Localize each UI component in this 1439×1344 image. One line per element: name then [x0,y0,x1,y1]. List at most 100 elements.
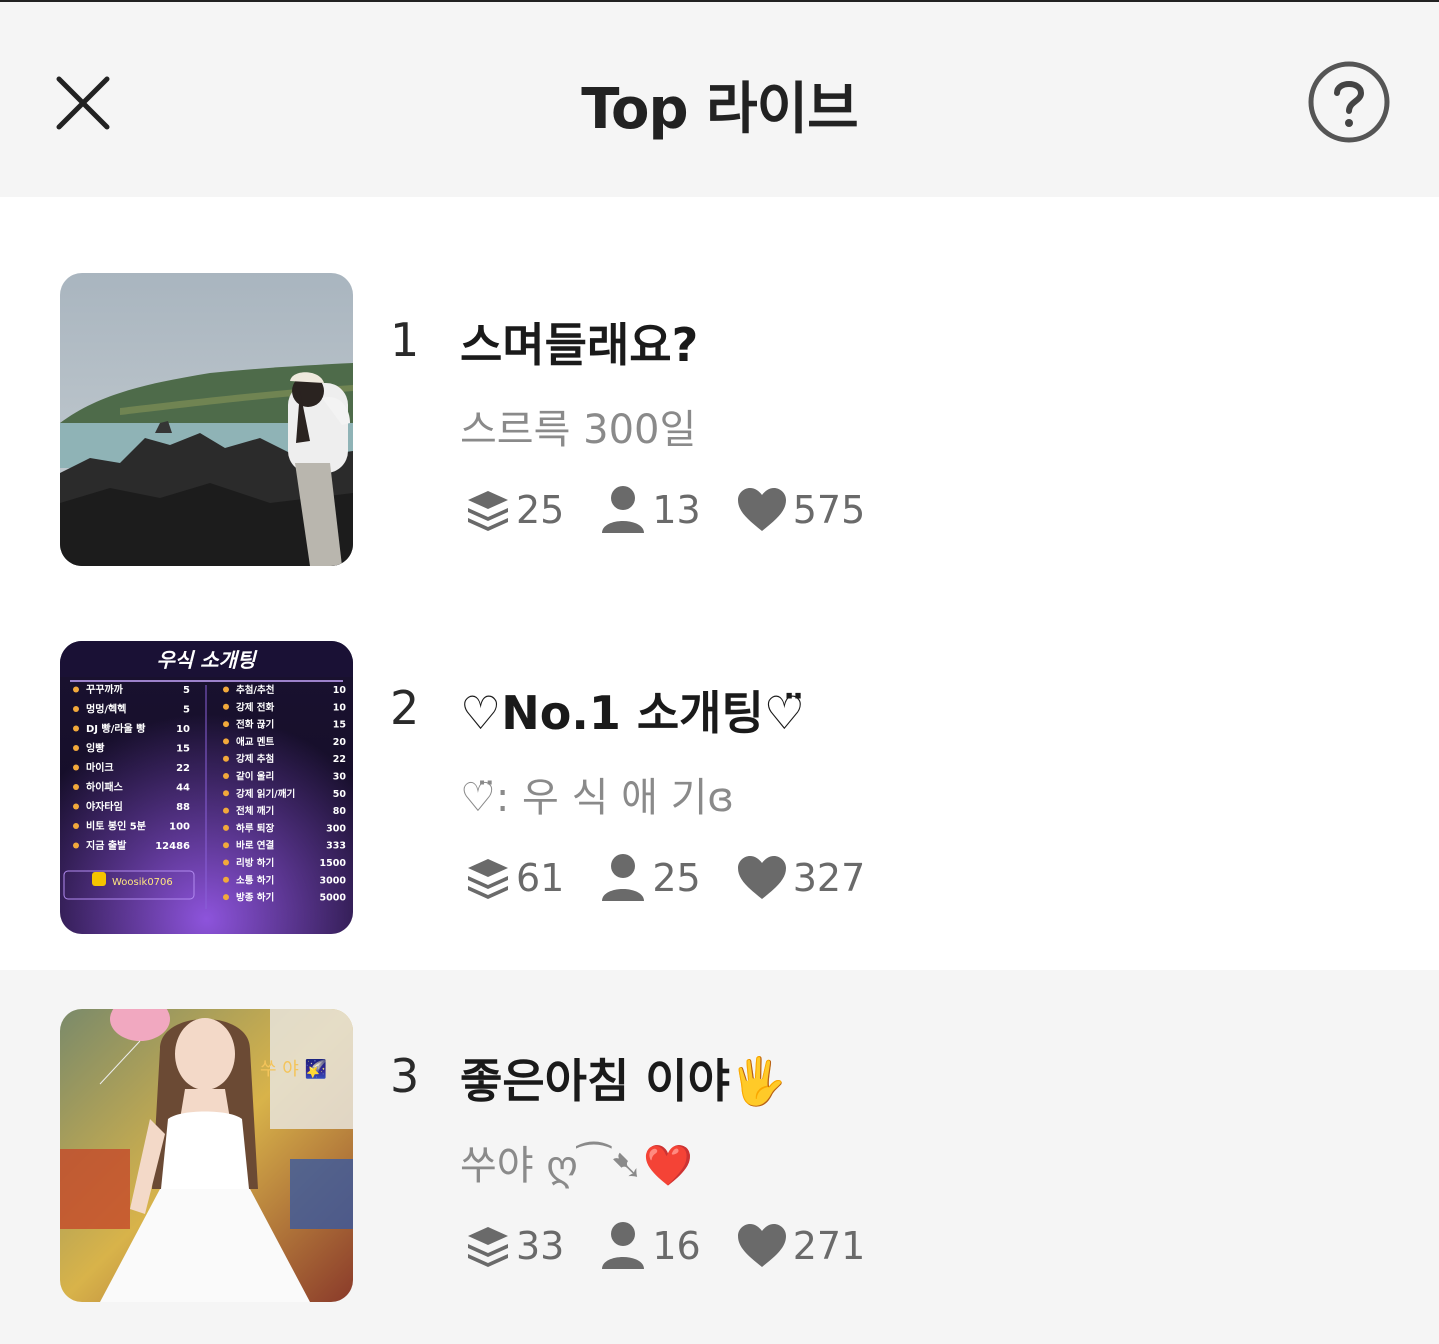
list-item[interactable]: 우식 소개팅 Woosik0706 꾸꾸까까 5 멍멍/헥헥 5 DJ 빵/라울 빵 10… [0,565,1439,934]
poster-handle: Woosik0706 [112,877,173,888]
poster-menu-value: 10 [176,724,190,735]
poster-menu-value: 1500 [320,858,347,869]
poster-menu-label: 바로 연결 [236,840,275,852]
heart-icon [737,488,786,531]
poster-menu-icon [73,686,79,693]
rank-number: 1 [390,313,420,367]
poster-menu-value: 5000 [320,893,347,904]
poster-menu-label: 추첨/추천 [236,684,274,696]
like-count: 575 [792,488,866,532]
host-name: 쑤야 ღ⁀➷❤️ [460,1143,694,1189]
viewer-count: 13 [652,488,701,532]
like-stat: 327 [737,855,866,901]
poster-menu-icon [73,764,79,771]
poster-menu-icon [73,745,79,751]
stack-count: 61 [516,856,565,900]
poster-menu-icon [223,738,229,745]
poster-menu-label: 강제 읽기/깨기 [236,788,295,800]
poster-menu-icon [73,725,79,732]
heart-icon [737,856,786,899]
poster-menu-label: 야자타임 [86,800,123,813]
like-count: 327 [792,856,866,900]
poster-menu-icon [223,842,229,849]
poster-menu-value: 44 [176,783,190,794]
person-icon [602,486,645,533]
poster-menu-value: 10 [333,685,347,696]
viewer-stat: 13 [600,485,701,535]
poster-menu-value: 300 [326,823,346,834]
poster-menu-label: 소통 하기 [236,874,274,886]
poster-menu-icon [73,706,79,712]
page-title: Top 라이브 [581,77,858,142]
poster-menu-icon [223,790,229,797]
poster-menu-value: 10 [333,702,347,713]
poster-menu-label: 잉빵 [86,742,105,755]
poster-menu-label: 강제 추첨 [236,753,274,765]
stats: 33 16 271 [466,1221,901,1271]
poster-title: 우식 소개팅 [157,648,259,672]
poster-menu-label: 애교 멘트 [236,736,275,748]
poster-menu-label: 리방 하기 [236,857,274,869]
poster-menu-value: 20 [333,737,347,748]
thumb-caption: 쑤 야 🌠 [260,1058,327,1080]
poster-menu-label: 꾸꾸까까 [86,683,124,696]
poster-menu-icon [223,859,229,866]
rank-number: 2 [390,681,420,735]
viewer-stat: 25 [600,853,701,903]
thumbnail: 쑤 야 🌠 [60,1009,353,1302]
poster-menu-icon [223,876,229,883]
poster-menu-value: 50 [333,789,347,800]
stack-stat: 61 [466,856,564,900]
person-icon [602,854,645,901]
poster-menu-label: 비토 봉인 5분 [86,820,146,833]
poster-menu-label: 강제 전화 [236,701,275,713]
poster-menu-value: 12486 [155,841,190,852]
poster-menu-icon [223,824,229,831]
poster-menu-label: 지금 출발 [86,839,127,852]
poster-menu-value: 5 [183,685,190,696]
stats: 61 25 327 [466,853,901,903]
poster-menu-label: 하이패스 [86,781,123,794]
poster-menu-value: 3000 [320,875,347,886]
poster-menu-icon [223,686,229,693]
stats: 25 13 575 [466,485,901,535]
viewer-count: 16 [652,1224,701,1268]
poster-menu-label: 마이크 [86,761,114,774]
viewer-stat: 16 [600,1221,701,1271]
poster-menu-value: 5 [183,705,190,716]
room-title: ♡No.1 소개팅♡̈ [460,686,806,740]
poster-menu-icon [223,773,229,779]
poster-menu-icon [73,784,79,790]
layers-icon [468,859,508,899]
host-name: 스르륵 300일 [460,407,697,453]
poster-menu-label: 방종 하기 [236,892,274,904]
room-title: 스며들래요? [460,318,699,372]
poster-menu-icon [73,842,79,849]
like-stat: 271 [737,1223,865,1269]
stack-count: 33 [516,1224,565,1268]
list-item[interactable]: 쑤 야 🌠 3 좋은아침 이야🖐 쑤야 ღ⁀➷❤️ 33 16 271 [0,970,1439,1344]
poster-menu-label: 같이 울리 [236,771,274,783]
poster-menu-value: 30 [333,772,347,783]
poster-menu-icon [223,807,229,814]
poster-menu-icon [223,703,229,710]
poster-menu-value: 80 [333,806,347,817]
list-item[interactable]: 1 스며들래요? 스르륵 300일 25 13 575 [0,197,1439,566]
thumbnail: 우식 소개팅 Woosik0706 꾸꾸까까 5 멍멍/헥헥 5 DJ 빵/라울 빵 10… [60,641,353,934]
help-icon [1308,61,1390,143]
poster-menu-icon [223,721,229,728]
poster-menu-value: 15 [176,744,190,755]
poster-menu-label: DJ 빵/라울 빵 [86,722,146,735]
heart-icon [737,1224,786,1267]
help-button[interactable] [1306,59,1392,145]
rank-number: 3 [390,1049,420,1103]
poster-menu-value: 22 [333,754,346,765]
thumbnail [60,273,353,566]
layers-icon [468,1227,508,1267]
stack-count: 25 [516,488,565,532]
poster-menu-value: 100 [169,822,190,833]
poster-menu-value: 333 [326,841,346,852]
poster-menu-icon [73,823,79,829]
poster-menu-label: 하루 퇴장 [236,822,275,834]
room-title: 좋은아침 이야🖐 [460,1054,788,1108]
